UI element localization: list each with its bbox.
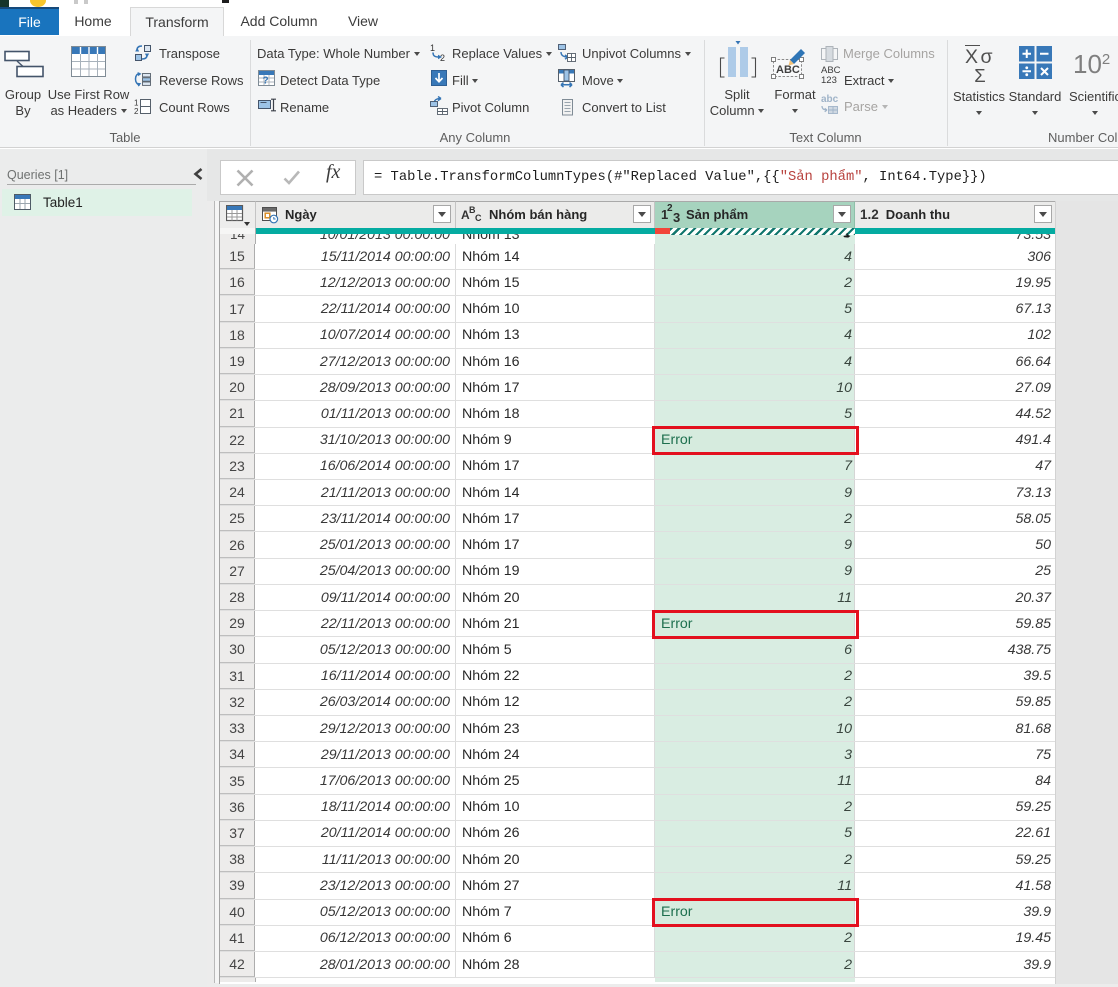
svg-text:ABC: ABC: [776, 64, 800, 76]
svg-text:1: 1: [430, 43, 435, 53]
svg-text:2: 2: [134, 107, 139, 115]
svg-text:?: ?: [263, 76, 269, 87]
